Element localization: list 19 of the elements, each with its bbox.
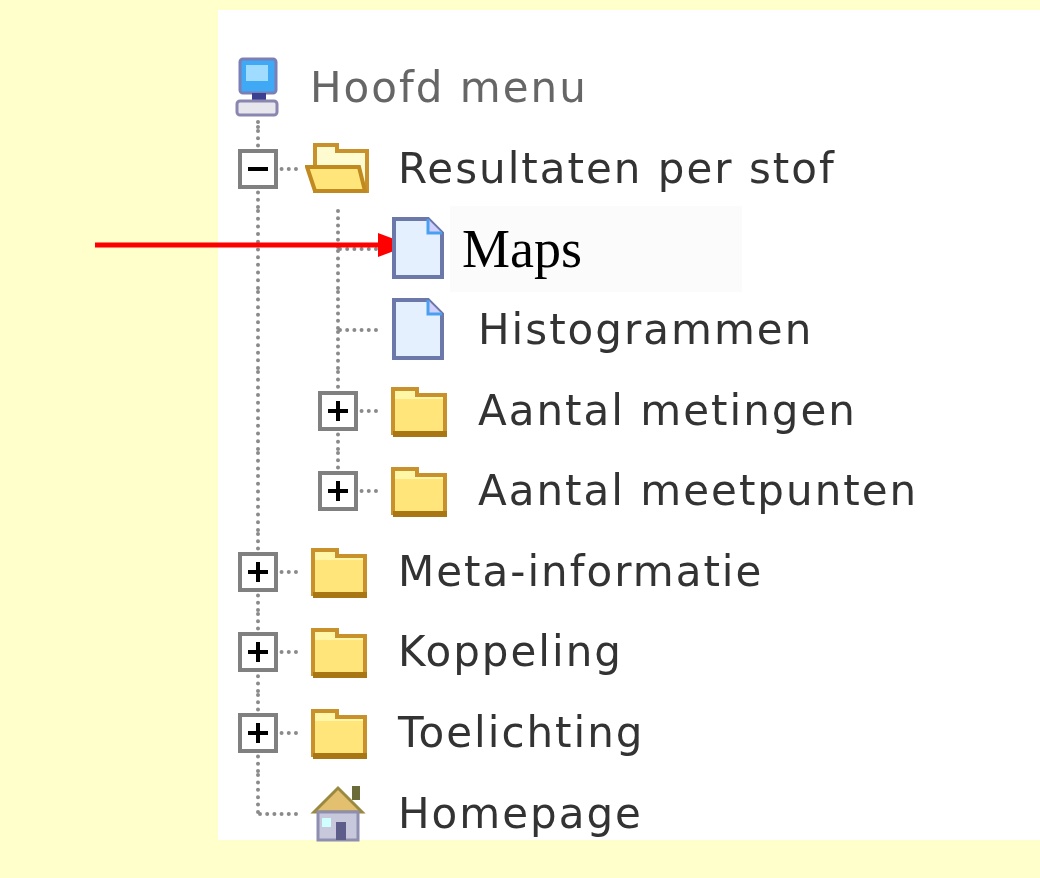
tree-item[interactable]: Aantal meetpunten (478, 470, 919, 513)
expand-toggle-icon[interactable] (238, 551, 278, 592)
page-icon (390, 298, 446, 363)
computer-icon (234, 57, 282, 120)
expand-toggle-icon[interactable] (318, 471, 358, 512)
tree-item[interactable]: Histogrammen (478, 309, 814, 352)
tree-item[interactable]: Maps (450, 206, 742, 293)
expand-toggle-icon[interactable] (238, 632, 278, 673)
tree-item[interactable]: Koppeling (398, 631, 623, 674)
tree-item[interactable]: Resultaten per stof (398, 147, 836, 190)
expand-toggle-icon[interactable] (318, 390, 358, 431)
tree-root-label[interactable]: Hoofd menu (310, 67, 588, 110)
expand-toggle-icon[interactable] (238, 713, 278, 754)
tree-item[interactable]: Homepage (398, 792, 643, 835)
tree-item[interactable]: Toelichting (398, 712, 645, 755)
expand-toggle-icon[interactable] (238, 148, 278, 189)
page-icon (390, 217, 446, 282)
tree-item[interactable]: Aantal metingen (478, 389, 857, 432)
tree-item[interactable]: Meta-informatie (398, 550, 764, 593)
